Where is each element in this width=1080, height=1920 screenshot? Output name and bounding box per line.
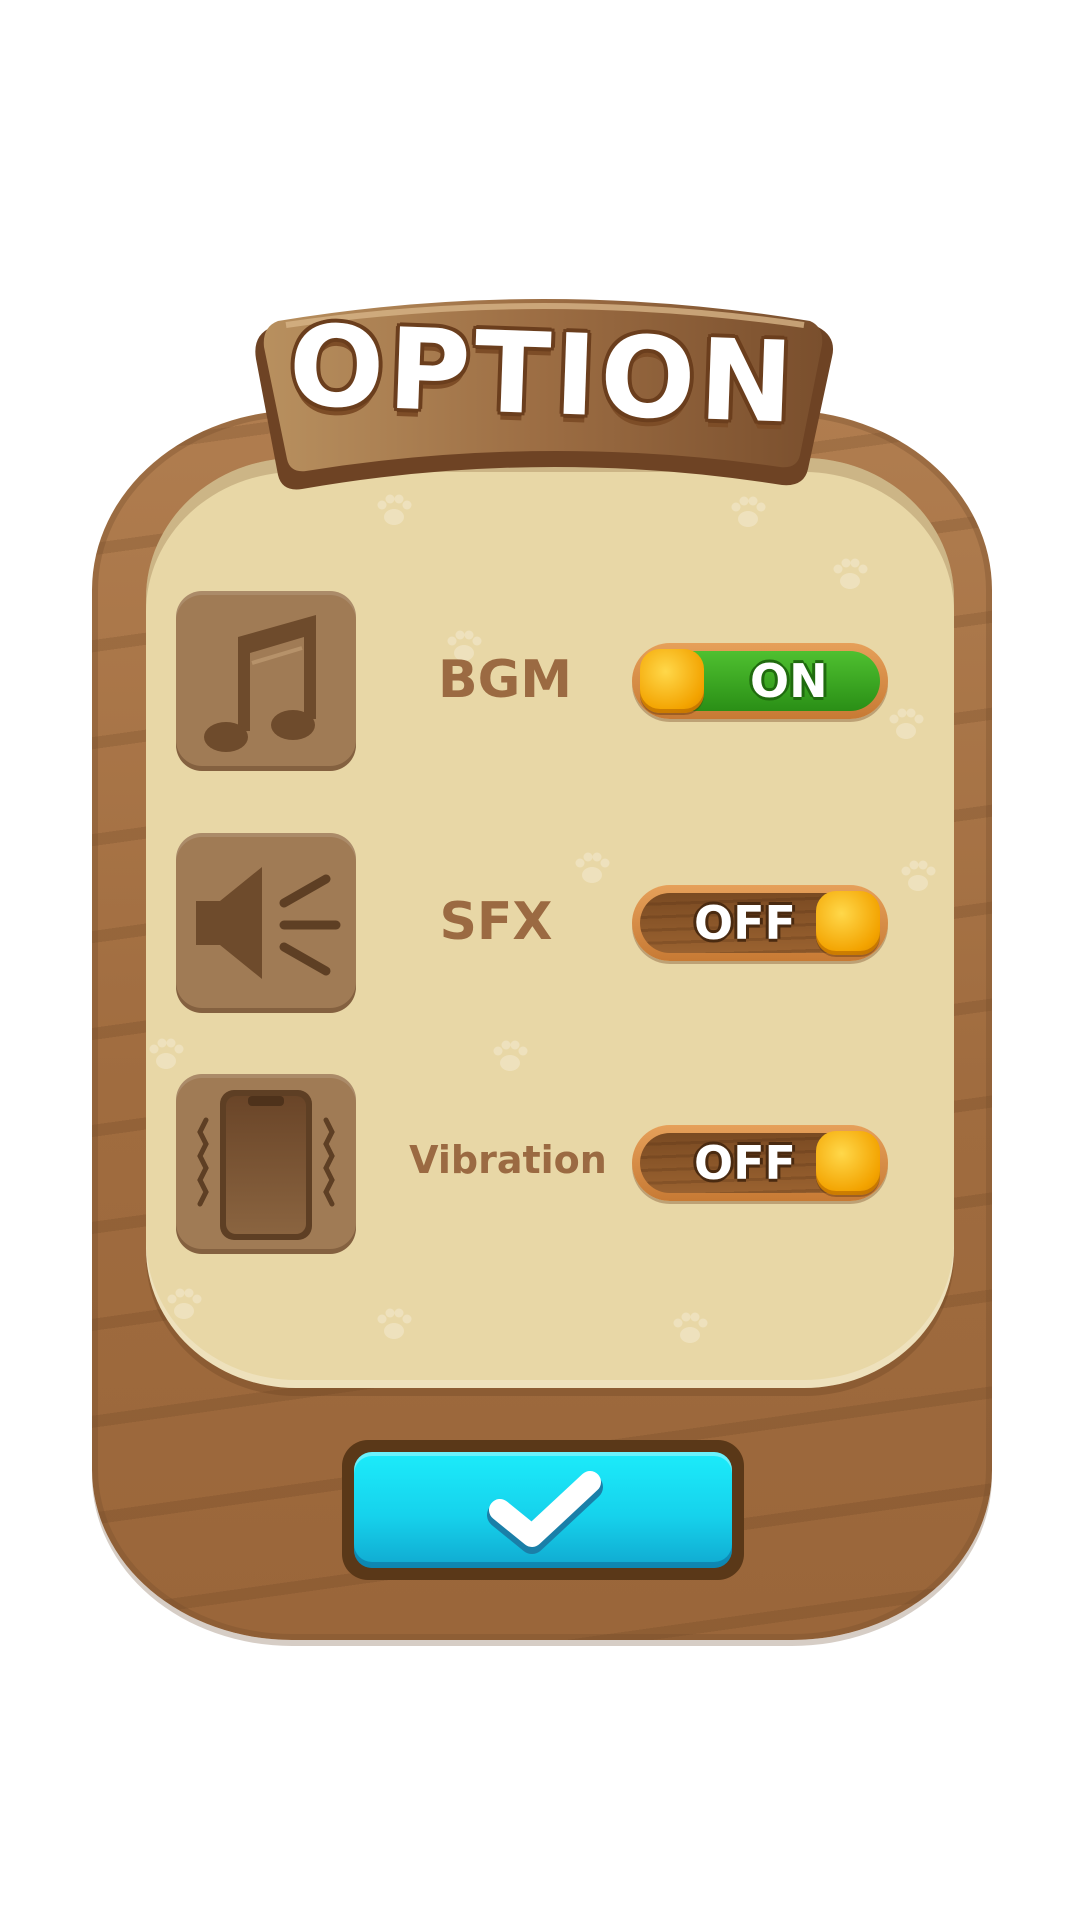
sfx-icon-tile (176, 833, 356, 1013)
paw-print-icon (167, 1288, 202, 1319)
paw-print-icon (901, 860, 936, 891)
vibration-icon-tile (176, 1074, 356, 1254)
paw-print-icon (673, 1312, 708, 1343)
music-note-icon (204, 615, 316, 752)
vibration-toggle[interactable]: OFF (632, 1125, 888, 1201)
paw-print-icon (493, 1040, 528, 1071)
vibration-label: Vibration (409, 1138, 607, 1182)
sfx-toggle[interactable]: OFF (632, 885, 888, 961)
speaker-icon (196, 867, 341, 979)
bgm-icon-tile (176, 591, 356, 771)
paw-print-icon (377, 494, 412, 525)
bgm-label: BGM (437, 650, 573, 710)
paw-print-icon (833, 558, 868, 589)
dialog-title: OPTION (286, 301, 800, 449)
confirm-button[interactable] (354, 1452, 732, 1568)
bgm-toggle[interactable]: ON (632, 643, 888, 719)
paw-print-icon (377, 1308, 412, 1339)
toggle-knob[interactable] (816, 1131, 880, 1195)
phone-vibration-icon (197, 1090, 335, 1240)
checkmark-icon (487, 1471, 603, 1554)
toggle-knob[interactable] (816, 891, 880, 955)
vibration-toggle-state: OFF (694, 1136, 796, 1190)
bgm-toggle-state: ON (750, 654, 828, 708)
paw-print-icon (149, 1038, 184, 1069)
paw-print-icon (889, 708, 924, 739)
paw-print-icon (575, 852, 610, 883)
sfx-toggle-state: OFF (694, 896, 796, 950)
paw-print-icon (731, 496, 766, 527)
sfx-label: SFX (439, 892, 553, 952)
toggle-knob[interactable] (640, 649, 704, 713)
